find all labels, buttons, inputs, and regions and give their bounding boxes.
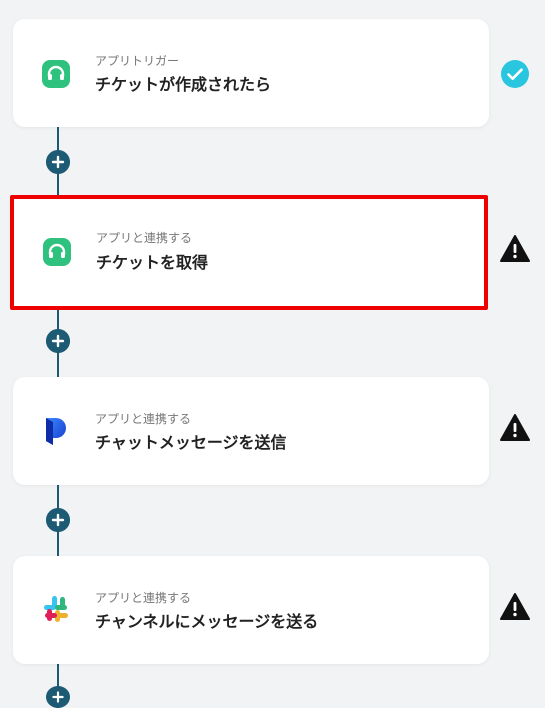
headset-app-icon <box>43 238 71 266</box>
slack-icon <box>44 596 68 622</box>
step-title: チケットを取得 <box>96 253 209 272</box>
add-step-button[interactable] <box>46 508 70 532</box>
step-subtitle: アプリトリガー <box>95 54 180 68</box>
add-step-button[interactable] <box>46 686 70 708</box>
step-title: チャンネルにメッセージを送る <box>95 612 319 631</box>
flow-step-card-1[interactable]: アプリトリガー チケットが作成されたら <box>13 19 489 127</box>
warning-icon <box>500 414 530 441</box>
step-subtitle: アプリと連携する <box>96 231 193 245</box>
flow-step-card-3[interactable]: アプリと連携する チャットメッセージを送信 <box>13 377 489 485</box>
add-step-button[interactable] <box>46 329 70 353</box>
warning-icon <box>500 235 530 262</box>
flow-step-card-4[interactable]: アプリと連携する チャンネルにメッセージを送る <box>13 556 489 664</box>
step-title: チケットが作成されたら <box>95 75 272 94</box>
step-subtitle: アプリと連携する <box>95 412 192 426</box>
check-icon <box>501 60 529 88</box>
headset-app-icon <box>42 60 70 88</box>
step-title: チャットメッセージを送信 <box>95 433 287 452</box>
p-app-icon <box>46 418 66 445</box>
add-step-button[interactable] <box>46 150 70 174</box>
warning-icon <box>500 593 530 620</box>
step-subtitle: アプリと連携する <box>95 591 192 605</box>
flow-step-card-2[interactable]: アプリと連携する チケットを取得 <box>10 195 488 310</box>
